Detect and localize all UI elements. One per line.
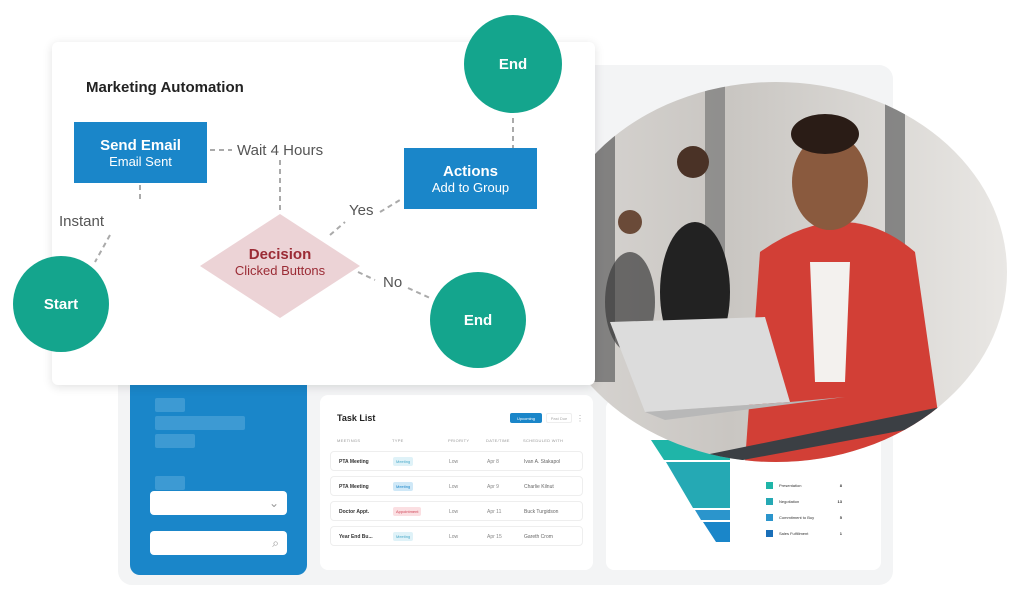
yes-label: Yes: [349, 202, 374, 219]
node-title: Actions: [442, 162, 498, 180]
node-title: Send Email: [100, 136, 181, 154]
end-node-bottom[interactable]: End: [430, 272, 526, 368]
start-node[interactable]: Start: [13, 256, 109, 352]
decision-node: Decision Clicked Buttons: [200, 246, 360, 278]
node-title: Decision: [248, 246, 312, 263]
instant-label: Instant: [59, 213, 105, 230]
end-node-top[interactable]: End: [464, 15, 562, 113]
send-email-node[interactable]: Send Email Email Sent: [74, 122, 207, 183]
wait-label: Wait 4 Hours: [237, 142, 324, 159]
actions-node[interactable]: Actions Add to Group: [404, 148, 537, 209]
node-subtitle: Email Sent: [109, 153, 172, 169]
no-label: No: [383, 274, 403, 291]
node-subtitle: Add to Group: [431, 179, 510, 195]
node-subtitle: Clicked Buttons: [234, 263, 326, 278]
